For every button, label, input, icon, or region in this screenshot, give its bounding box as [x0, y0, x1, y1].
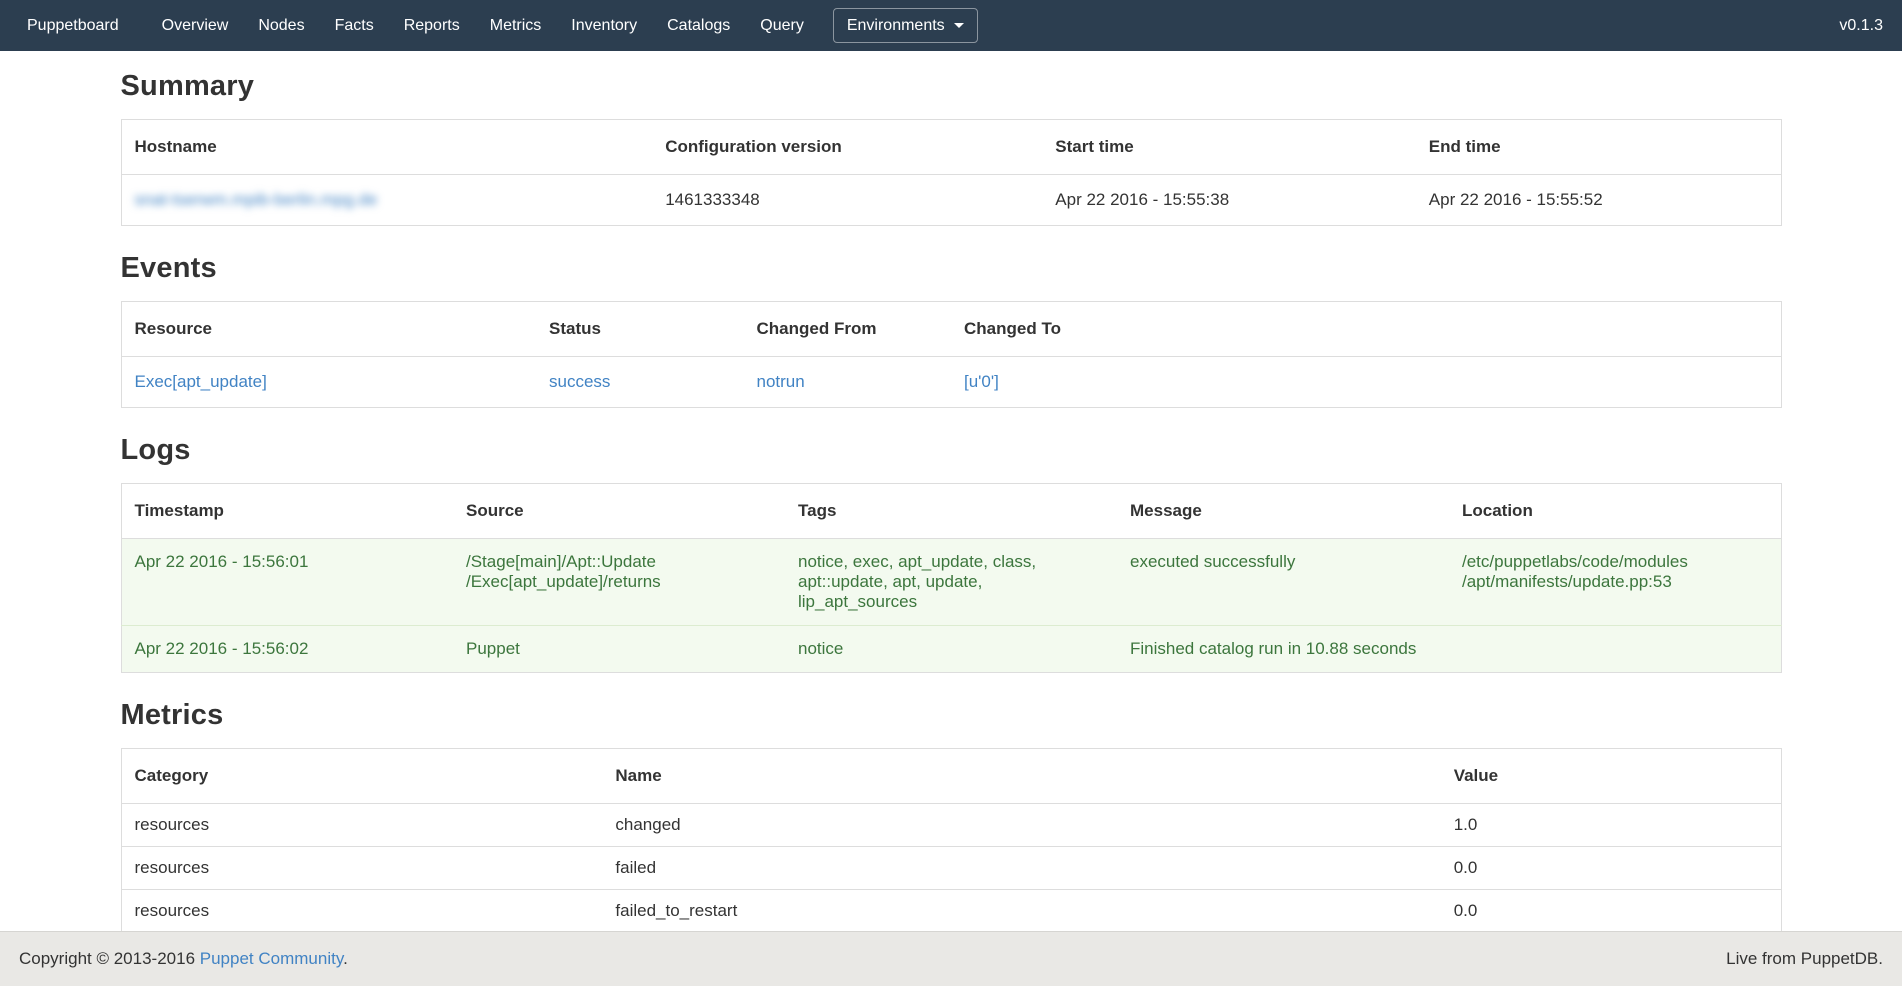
summary-header-row: Hostname Configuration version Start tim… — [121, 120, 1781, 175]
log-row: Apr 22 2016 - 15:56:02 Puppet notice Fin… — [121, 626, 1781, 673]
log-location: /etc/puppetlabs/code/modules /apt/manife… — [1449, 539, 1781, 626]
column-header-status: Status — [536, 302, 744, 357]
column-header-message: Message — [1117, 484, 1449, 539]
log-source: /Stage[main]/Apt::Update /Exec[apt_updat… — [453, 539, 785, 626]
navbar-brand[interactable]: Puppetboard — [0, 0, 147, 51]
log-row: Apr 22 2016 - 15:56:01 /Stage[main]/Apt:… — [121, 539, 1781, 626]
metrics-table: Category Name Value resources changed 1.… — [121, 748, 1782, 933]
column-header-changed-from: Changed From — [744, 302, 952, 357]
nav-item-overview[interactable]: Overview — [147, 0, 244, 51]
logs-heading: Logs — [121, 434, 1782, 467]
metric-value: 0.0 — [1441, 847, 1781, 890]
log-source: Puppet — [453, 626, 785, 673]
log-location — [1449, 626, 1781, 673]
config-version-value: 1461333348 — [652, 175, 1042, 226]
summary-heading: Summary — [121, 70, 1782, 103]
metric-name: failed — [602, 847, 1440, 890]
event-resource-link[interactable]: Exec[apt_update] — [135, 372, 267, 391]
puppet-community-link[interactable]: Puppet Community — [200, 949, 343, 968]
nav-item-query[interactable]: Query — [745, 0, 819, 51]
navbar: Puppetboard Overview Nodes Facts Reports… — [0, 0, 1902, 51]
log-message: executed successfully — [1117, 539, 1449, 626]
column-header-category: Category — [121, 749, 602, 804]
events-header-row: Resource Status Changed From Changed To — [121, 302, 1781, 357]
hostname-link[interactable]: snat-tserwm.mpib-berlin.mpg.de — [135, 190, 378, 209]
metrics-heading: Metrics — [121, 699, 1782, 732]
nav-item-metrics[interactable]: Metrics — [475, 0, 557, 51]
column-header-resource: Resource — [121, 302, 536, 357]
event-changed-to-link[interactable]: [u'0'] — [964, 372, 999, 391]
start-time-value: Apr 22 2016 - 15:55:38 — [1042, 175, 1416, 226]
column-header-timestamp: Timestamp — [121, 484, 453, 539]
event-status-link[interactable]: success — [549, 372, 610, 391]
metrics-header-row: Category Name Value — [121, 749, 1781, 804]
navbar-menu: Overview Nodes Facts Reports Metrics Inv… — [147, 0, 819, 51]
metric-name: changed — [602, 804, 1440, 847]
app-version: v0.1.3 — [1820, 0, 1902, 51]
column-header-value: Value — [1441, 749, 1781, 804]
column-header-start-time: Start time — [1042, 120, 1416, 175]
summary-row: snat-tserwm.mpib-berlin.mpg.de 146133334… — [121, 175, 1781, 226]
metric-category: resources — [121, 847, 602, 890]
column-header-changed-to: Changed To — [951, 302, 1781, 357]
logs-header-row: Timestamp Source Tags Message Location — [121, 484, 1781, 539]
metric-name: failed_to_restart — [602, 890, 1440, 933]
column-header-tags: Tags — [785, 484, 1117, 539]
environments-dropdown-label: Environments — [847, 17, 945, 35]
column-header-location: Location — [1449, 484, 1781, 539]
metric-value: 1.0 — [1441, 804, 1781, 847]
metric-row: resources failed 0.0 — [121, 847, 1781, 890]
log-timestamp: Apr 22 2016 - 15:56:02 — [121, 626, 453, 673]
event-row: Exec[apt_update] success notrun [u'0'] — [121, 357, 1781, 408]
nav-item-reports[interactable]: Reports — [389, 0, 475, 51]
main-content: Summary Hostname Configuration version S… — [121, 70, 1782, 933]
log-tags: notice, exec, apt_update, class, apt::up… — [785, 539, 1117, 626]
column-header-name: Name — [602, 749, 1440, 804]
metric-category: resources — [121, 890, 602, 933]
log-message: Finished catalog run in 10.88 seconds — [1117, 626, 1449, 673]
column-header-hostname: Hostname — [121, 120, 652, 175]
events-heading: Events — [121, 252, 1782, 285]
events-table: Resource Status Changed From Changed To … — [121, 301, 1782, 408]
nav-item-catalogs[interactable]: Catalogs — [652, 0, 745, 51]
environments-dropdown[interactable]: Environments — [833, 8, 978, 43]
metric-row: resources failed_to_restart 0.0 — [121, 890, 1781, 933]
copyright-suffix: . — [343, 949, 348, 968]
nav-item-inventory[interactable]: Inventory — [556, 0, 652, 51]
event-changed-from-link[interactable]: notrun — [757, 372, 805, 391]
metric-category: resources — [121, 804, 602, 847]
footer: Copyright © 2013-2016 Puppet Community. … — [0, 931, 1902, 986]
column-header-end-time: End time — [1416, 120, 1781, 175]
end-time-value: Apr 22 2016 - 15:55:52 — [1416, 175, 1781, 226]
nav-item-facts[interactable]: Facts — [320, 0, 389, 51]
column-header-source: Source — [453, 484, 785, 539]
summary-table: Hostname Configuration version Start tim… — [121, 119, 1782, 226]
copyright-text: Copyright © 2013-2016 Puppet Community. — [19, 949, 348, 969]
copyright-prefix: Copyright © 2013-2016 — [19, 949, 200, 968]
metric-row: resources changed 1.0 — [121, 804, 1781, 847]
log-timestamp: Apr 22 2016 - 15:56:01 — [121, 539, 453, 626]
log-tags: notice — [785, 626, 1117, 673]
nav-item-nodes[interactable]: Nodes — [243, 0, 319, 51]
logs-table: Timestamp Source Tags Message Location A… — [121, 483, 1782, 673]
metric-value: 0.0 — [1441, 890, 1781, 933]
puppetdb-status-text: Live from PuppetDB. — [1726, 949, 1883, 969]
column-header-config-version: Configuration version — [652, 120, 1042, 175]
chevron-down-icon — [954, 23, 964, 28]
